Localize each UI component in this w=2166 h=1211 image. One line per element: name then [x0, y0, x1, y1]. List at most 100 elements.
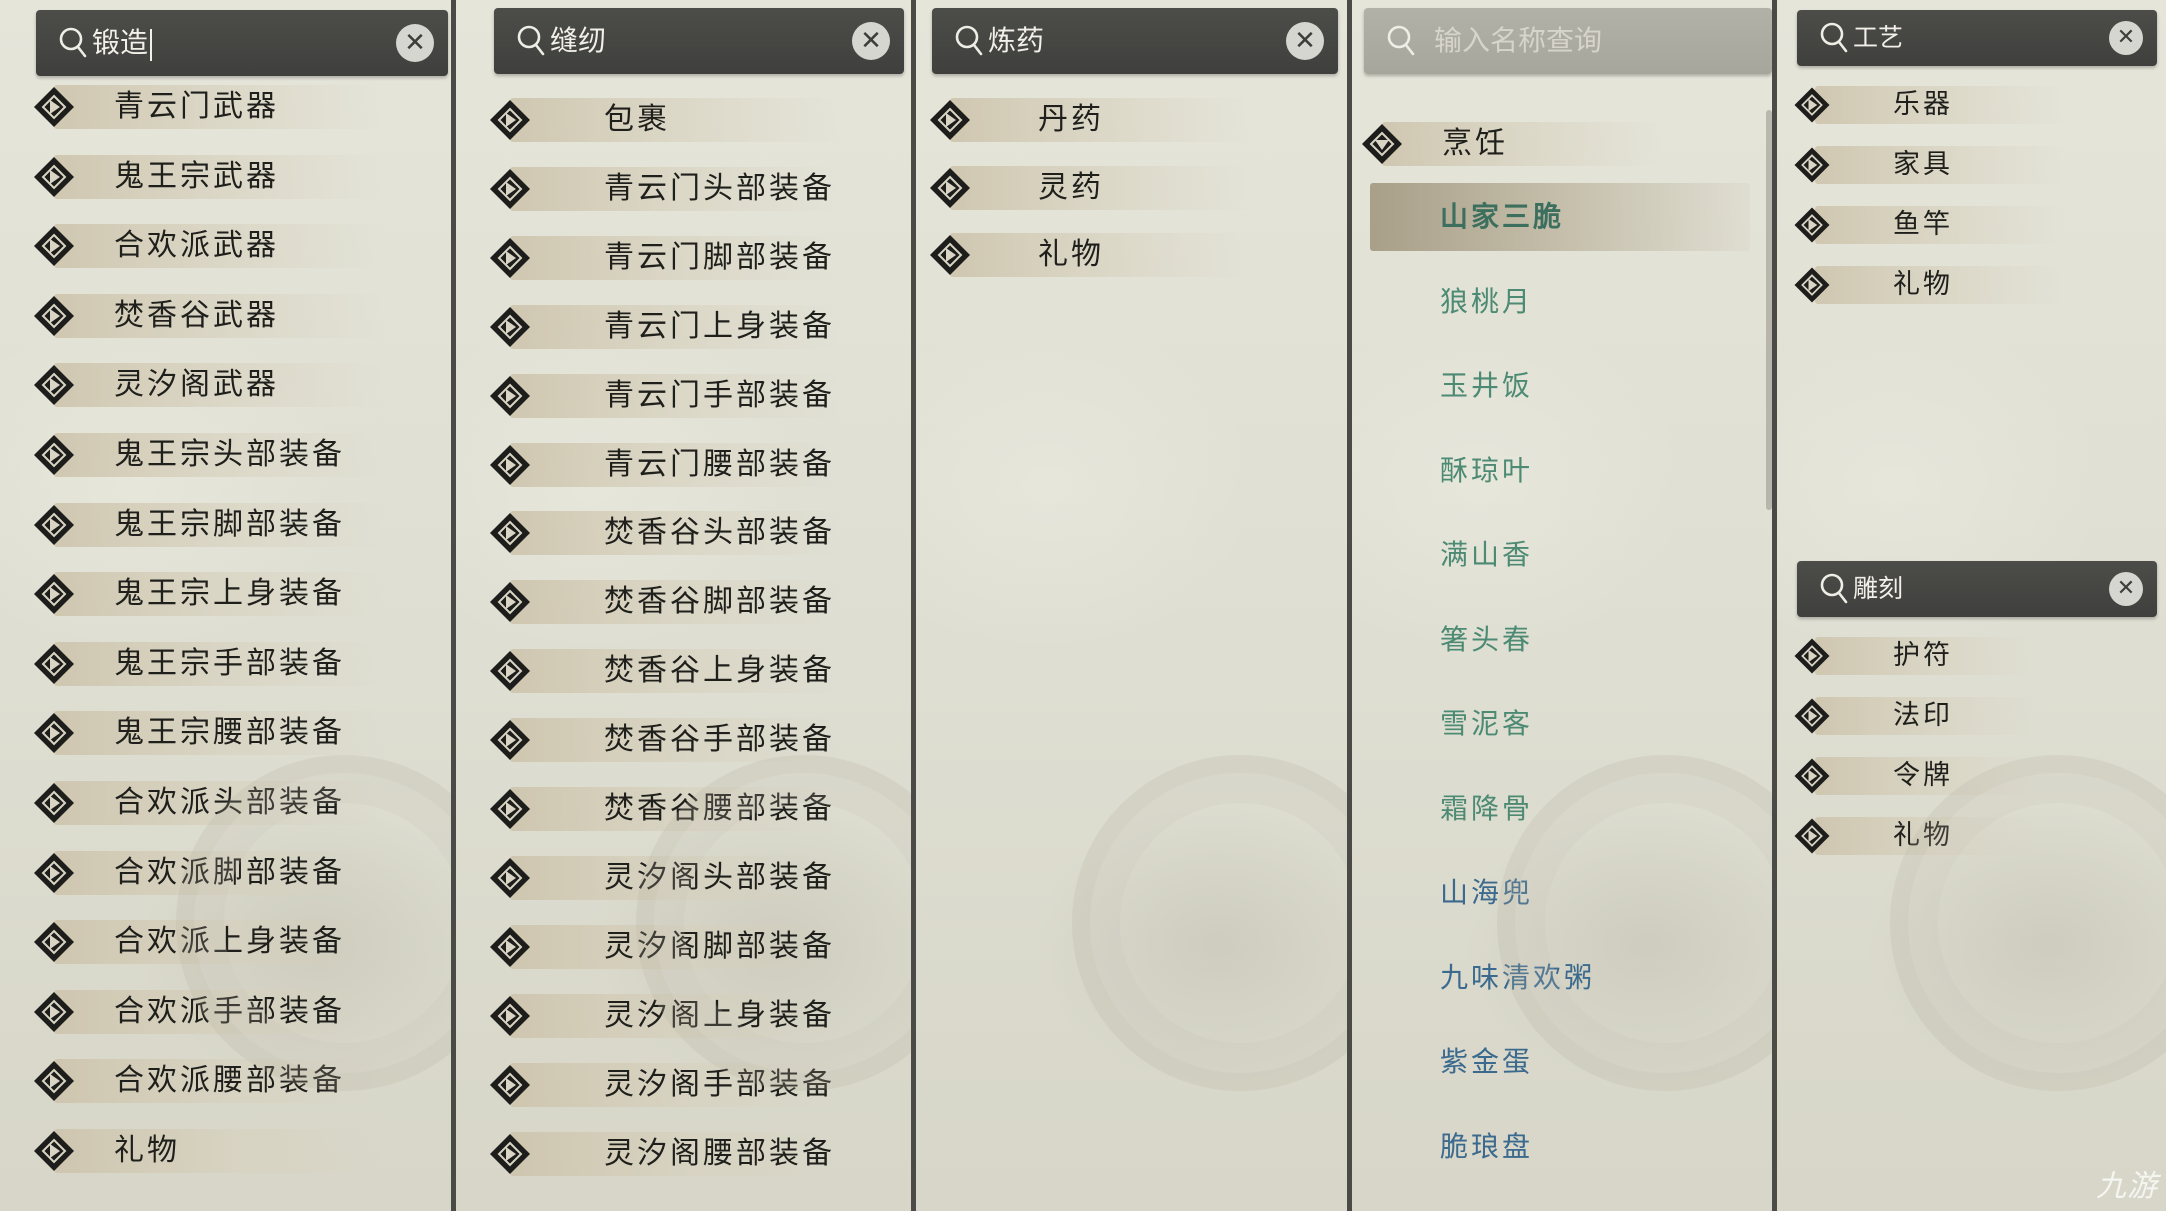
category-item[interactable]: 礼物	[1791, 263, 2081, 307]
category-item[interactable]: 乐器	[1791, 83, 2081, 127]
diamond-arrow-icon	[1791, 84, 1833, 126]
category-label: 鬼王宗腰部装备	[114, 715, 345, 751]
category-item[interactable]: 家具	[1791, 143, 2081, 187]
recipe-item[interactable]: 九味清欢粥	[1440, 948, 1595, 1008]
category-item[interactable]: 法印	[1791, 694, 2051, 738]
category-item[interactable]: 鬼王宗头部装备	[30, 429, 400, 481]
recipe-item[interactable]: 紫金蛋	[1440, 1032, 1533, 1092]
recipe-item[interactable]: 霜降骨	[1440, 779, 1533, 839]
category-item[interactable]: 包裹	[486, 94, 856, 146]
category-label: 鬼王宗上身装备	[114, 576, 345, 612]
diamond-arrow-icon	[30, 431, 78, 479]
category-item[interactable]: 鬼王宗手部装备	[30, 638, 400, 690]
category-item[interactable]: 合欢派头部装备	[30, 777, 400, 829]
diamond-arrow-icon	[30, 83, 78, 131]
category-label: 焚香谷武器	[114, 297, 279, 333]
recipe-item[interactable]: 玉井饭	[1440, 356, 1533, 416]
category-item[interactable]: 焚香谷上身装备	[486, 645, 856, 697]
recipe-item[interactable]: 脆琅盘	[1440, 1117, 1533, 1177]
category-item[interactable]: 灵药	[926, 162, 1266, 214]
item-highlight	[510, 993, 840, 1038]
category-item[interactable]: 礼物	[1791, 814, 2051, 858]
diamond-arrow-icon	[486, 923, 534, 971]
search-bar-sewing[interactable]: 缝纫 ✕	[494, 8, 904, 74]
category-item[interactable]: 青云门武器	[30, 81, 400, 133]
recipe-item[interactable]: 山海兜	[1440, 863, 1533, 923]
category-label: 礼物	[1038, 237, 1104, 272]
diamond-arrow-icon	[30, 779, 78, 827]
search-bar-craft[interactable]: 工艺 ✕	[1797, 10, 2157, 66]
category-item[interactable]: 青云门上身装备	[486, 301, 856, 353]
category-label: 灵汐阁头部装备	[604, 859, 835, 895]
recipe-item[interactable]: 酥琼叶	[1440, 441, 1533, 501]
category-item[interactable]: 青云门脚部装备	[486, 232, 856, 284]
clear-search-button[interactable]: ✕	[396, 24, 434, 62]
item-highlight	[1382, 122, 1662, 166]
search-bar-carving[interactable]: 雕刻 ✕	[1797, 561, 2157, 617]
category-item[interactable]: 焚香谷手部装备	[486, 714, 856, 766]
category-item[interactable]: 合欢派腰部装备	[30, 1055, 400, 1107]
category-item-cooking[interactable]: 烹饪	[1358, 118, 1758, 170]
category-item[interactable]: 礼物	[926, 229, 1266, 281]
category-item[interactable]: 鬼王宗脚部装备	[30, 499, 400, 551]
category-label: 焚香谷手部装备	[604, 722, 835, 758]
category-item[interactable]: 合欢派武器	[30, 220, 400, 272]
category-item[interactable]: 灵汐阁手部装备	[486, 1059, 856, 1111]
recipe-item[interactable]: 山家三脆	[1370, 183, 1750, 251]
category-item[interactable]: 令牌	[1791, 754, 2051, 798]
clear-search-button[interactable]: ✕	[2109, 572, 2143, 606]
category-item[interactable]: 焚香谷头部装备	[486, 507, 856, 559]
search-input[interactable]: 输入名称查询	[1434, 8, 1602, 74]
recipe-item[interactable]: 雪泥客	[1440, 694, 1533, 754]
search-input[interactable]: 工艺	[1853, 10, 1903, 66]
category-item[interactable]: 灵汐阁头部装备	[486, 852, 856, 904]
category-label: 青云门上身装备	[604, 308, 835, 344]
recipe-item[interactable]: 箸头春	[1440, 610, 1533, 670]
clear-search-button[interactable]: ✕	[2109, 21, 2143, 55]
category-label: 礼物	[1893, 820, 1953, 851]
category-item[interactable]: 护符	[1791, 634, 2051, 678]
diamond-arrow-icon	[1791, 755, 1833, 797]
category-item[interactable]: 鬼王宗上身装备	[30, 568, 400, 620]
diamond-arrow-icon	[486, 509, 534, 557]
search-input[interactable]: 炼药	[988, 8, 1044, 74]
diamond-arrow-icon	[1791, 695, 1833, 737]
category-item[interactable]: 礼物	[30, 1125, 400, 1177]
category-item[interactable]: 灵汐阁武器	[30, 359, 400, 411]
category-item[interactable]: 青云门腰部装备	[486, 439, 856, 491]
category-item[interactable]: 鬼王宗武器	[30, 151, 400, 203]
text-caret	[150, 28, 153, 61]
category-item[interactable]: 灵汐阁上身装备	[486, 990, 856, 1042]
search-input[interactable]: 雕刻	[1853, 561, 1903, 617]
search-bar-forging[interactable]: 锻造 ✕	[36, 10, 448, 76]
clear-search-button[interactable]: ✕	[852, 22, 890, 60]
diamond-arrow-icon	[1791, 815, 1833, 857]
category-item[interactable]: 合欢派脚部装备	[30, 847, 400, 899]
category-item[interactable]: 鱼竿	[1791, 203, 2081, 247]
diamond-arrow-icon	[30, 1057, 78, 1105]
category-item[interactable]: 焚香谷武器	[30, 290, 400, 342]
search-input[interactable]: 锻造	[92, 10, 153, 76]
category-item[interactable]: 合欢派上身装备	[30, 916, 400, 968]
category-item[interactable]: 合欢派手部装备	[30, 986, 400, 1038]
category-item[interactable]: 焚香谷脚部装备	[486, 576, 856, 628]
recipe-item[interactable]: 狼桃月	[1440, 272, 1533, 332]
category-item[interactable]: 灵汐阁腰部装备	[486, 1128, 856, 1180]
diamond-arrow-icon	[30, 501, 78, 549]
category-item[interactable]: 青云门头部装备	[486, 163, 856, 215]
diamond-arrow-icon	[1791, 204, 1833, 246]
search-icon	[1386, 24, 1416, 58]
clear-search-button[interactable]: ✕	[1286, 22, 1324, 60]
panel-sewing: 缝纫 ✕ 包裹青云门头部装备 青云门脚部装备青云门上身装备青云门手部装备 青云门腰部…	[456, 0, 912, 1211]
category-item[interactable]: 丹药	[926, 94, 1266, 146]
category-label: 家具	[1893, 149, 1953, 180]
category-label: 合欢派头部装备	[114, 785, 345, 820]
category-item[interactable]: 焚香谷腰部装备	[486, 783, 856, 835]
category-item[interactable]: 青云门手部装备	[486, 370, 856, 422]
category-item[interactable]: 鬼王宗腰部装备	[30, 707, 400, 759]
search-input[interactable]: 缝纫	[550, 8, 606, 74]
search-bar-cooking[interactable]: 输入名称查询	[1364, 8, 1772, 74]
category-item[interactable]: 灵汐阁脚部装备	[486, 921, 856, 973]
search-bar-alchemy[interactable]: 炼药 ✕	[932, 8, 1338, 74]
recipe-item[interactable]: 满山香	[1440, 525, 1533, 585]
